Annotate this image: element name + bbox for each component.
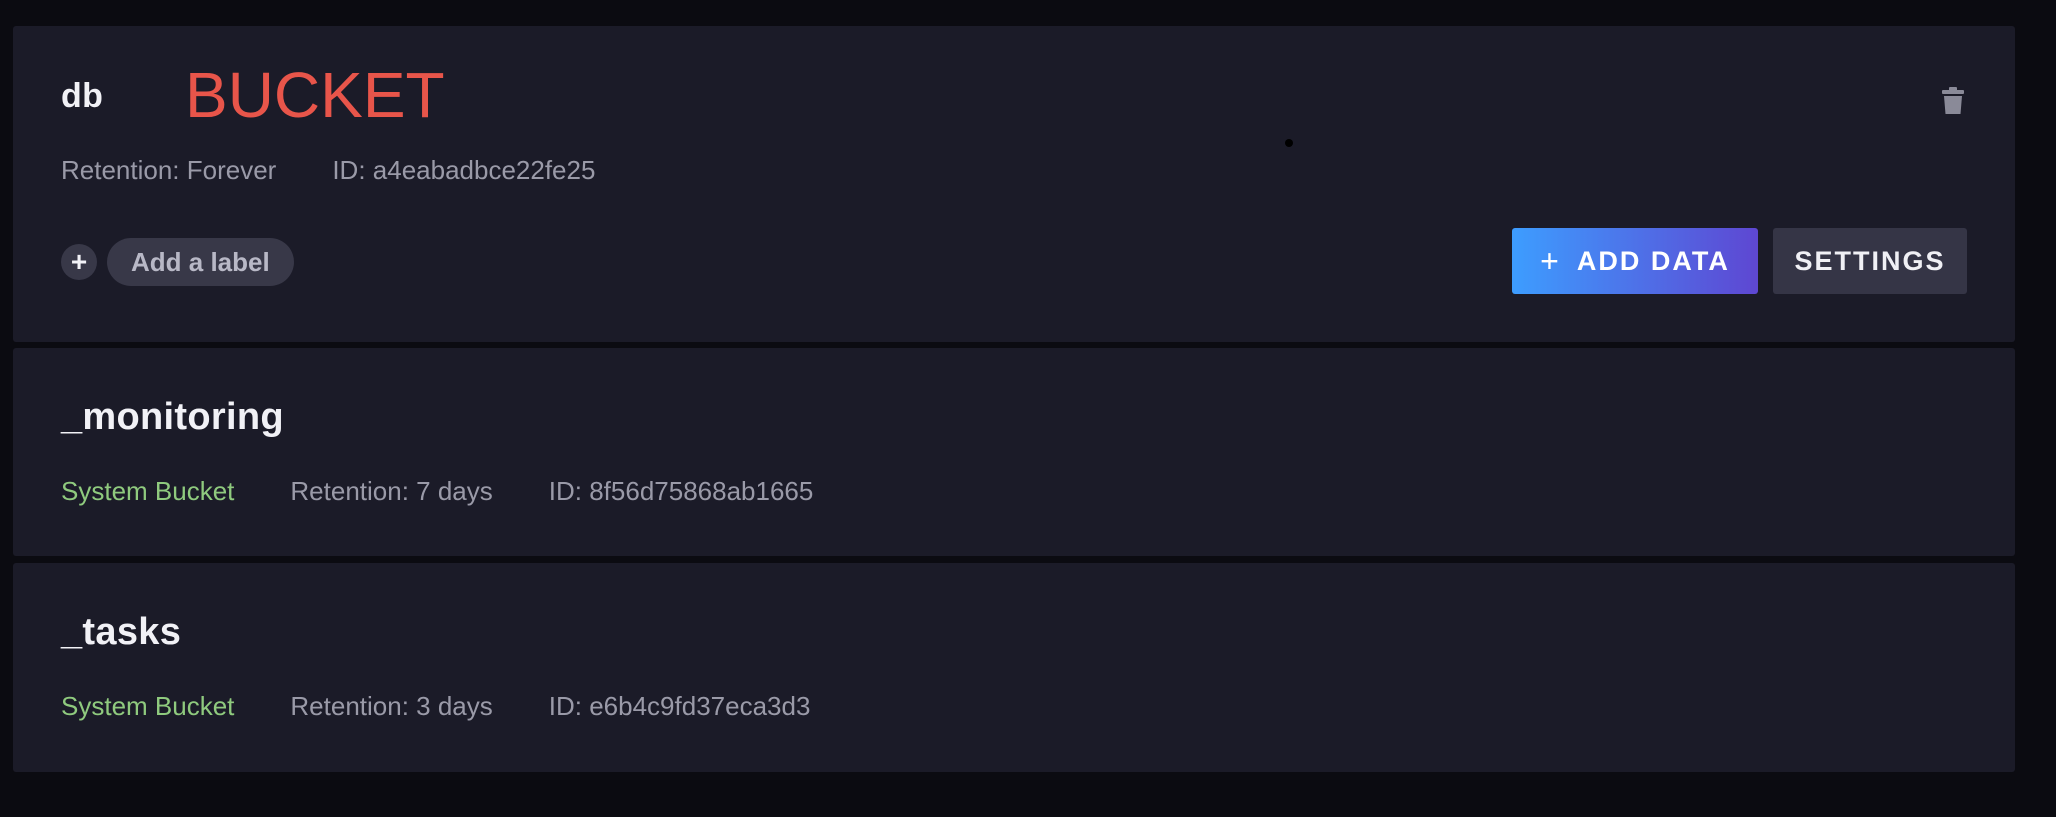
bucket-retention: Retention: 7 days <box>290 476 493 506</box>
bucket-id: ID: e6b4c9fd37eca3d3 <box>548 691 811 721</box>
bucket-card-monitoring: _monitoring System Bucket Retention: 7 d… <box>13 348 2015 556</box>
bucket-meta: Retention: Forever ID: a4eabadbce22fe25 <box>61 155 651 186</box>
bucket-type: System Bucket <box>61 691 235 721</box>
add-data-label: ADD DATA <box>1576 245 1730 276</box>
bucket-annotation: BUCKET <box>185 59 445 131</box>
bucket-retention: Retention: Forever <box>61 155 277 185</box>
bucket-card-db: db BUCKET Retention: Forever ID: a4eabad… <box>13 26 2015 342</box>
settings-button[interactable]: SETTINGS <box>1773 228 1967 294</box>
label-row: + Add a label <box>61 238 294 286</box>
bucket-name[interactable]: _tasks <box>61 611 181 654</box>
bucket-id: ID: 8f56d75868ab1665 <box>548 476 814 506</box>
add-data-button[interactable]: + ADD DATA <box>1512 228 1758 294</box>
bucket-name[interactable]: _monitoring <box>61 396 284 439</box>
cursor-dot <box>1285 139 1293 147</box>
bucket-retention: Retention: 3 days <box>290 691 493 721</box>
bucket-meta: System Bucket Retention: 3 days ID: e6b4… <box>61 691 866 722</box>
plus-icon: + <box>1540 242 1559 279</box>
buckets-page: db BUCKET Retention: Forever ID: a4eabad… <box>0 0 2056 817</box>
bucket-meta: System Bucket Retention: 7 days ID: 8f56… <box>61 476 869 507</box>
add-label-plus-icon[interactable]: + <box>61 244 97 280</box>
bucket-id: ID: a4eabadbce22fe25 <box>332 155 596 185</box>
bucket-card-tasks: _tasks System Bucket Retention: 3 days I… <box>13 563 2015 772</box>
bucket-type: System Bucket <box>61 476 235 506</box>
add-label-button[interactable]: Add a label <box>107 238 294 286</box>
bucket-name[interactable]: db <box>61 77 103 116</box>
trash-icon[interactable] <box>1939 86 1967 116</box>
